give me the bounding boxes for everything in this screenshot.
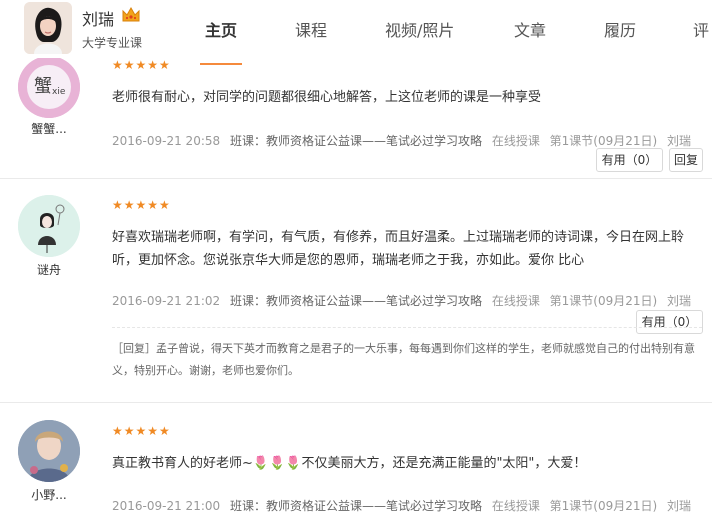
nav-tab-resume[interactable]: 履历	[604, 17, 636, 41]
useful-button[interactable]: 有用（0）	[596, 148, 663, 172]
nav-tab-articles[interactable]: 文章	[514, 17, 546, 41]
divider	[0, 178, 712, 179]
review-mode: 在线授课	[491, 134, 540, 148]
review-date: 2016-09-21 21:00	[112, 499, 221, 513]
user-avatar[interactable]	[18, 195, 80, 257]
teacher-reply: ［回复］孟子曾说，得天下英才而教育之是君子的一大乐事，每每遇到你们这样的学生，老…	[112, 342, 695, 377]
user-avatar[interactable]	[18, 420, 80, 482]
review-meta: 2016-09-21 21:00 班课：教师资格证公益课——笔试必过学习攻略 在…	[112, 497, 697, 514]
review-class[interactable]: 班课：教师资格证公益课——笔试必过学习攻略	[230, 499, 482, 513]
star-rating: ★★★★★	[112, 58, 171, 72]
svg-text:xie: xie	[52, 87, 66, 97]
nav-tab-reviews[interactable]: 评	[693, 17, 709, 41]
active-tab-indicator	[200, 63, 242, 65]
review-content: 老师很有耐心，对同学的问题都很细心地解答，上这位老师的课是一种享受	[112, 90, 542, 105]
teacher-subtitle: 大学专业课	[82, 36, 143, 50]
review-teacher: 刘瑞	[667, 499, 692, 513]
reply-divider	[112, 327, 702, 328]
nav-tab-home[interactable]: 主页	[205, 17, 237, 41]
teacher-name: 刘瑞	[82, 10, 115, 29]
divider	[0, 402, 712, 403]
review-content: 真正教书育人的好老师~🌷🌷🌷不仅美丽大方，还是充满正能量的"太阳"，大爱！	[112, 456, 587, 471]
review-class[interactable]: 班课：教师资格证公益课——笔试必过学习攻略	[230, 294, 482, 308]
review-class[interactable]: 班课：教师资格证公益课——笔试必过学习攻略	[230, 134, 482, 148]
user-name: 小野...	[31, 488, 67, 502]
star-rating: ★★★★★	[112, 424, 171, 438]
star-rating: ★★★★★	[112, 198, 171, 212]
crown-icon	[121, 6, 141, 24]
review-meta: 2016-09-21 21:02 班课：教师资格证公益课——笔试必过学习攻略 在…	[112, 292, 697, 309]
review-content: 好喜欢瑞瑞老师啊，有学问，有气质，有修养，而且好温柔。上过瑞瑞老师的诗词课，今日…	[112, 230, 685, 268]
review-lesson: 第1课节(09月21日)	[549, 134, 658, 148]
svg-text:蟹: 蟹	[34, 76, 52, 97]
review-date: 2016-09-21 20:58	[112, 134, 221, 148]
review-lesson: 第1课节(09月21日)	[549, 499, 658, 513]
teacher-header: 刘瑞 大学专业课 主页 课程 视频/照片 文章 履历 评	[0, 0, 712, 58]
user-name: 蟹蟹...	[31, 122, 67, 136]
review-mode: 在线授课	[491, 499, 540, 513]
review-teacher: 刘瑞	[667, 294, 692, 308]
review-mode: 在线授课	[491, 294, 540, 308]
user-avatar[interactable]: 蟹 xie	[18, 56, 80, 118]
nav-tab-courses[interactable]: 课程	[295, 17, 327, 41]
user-name: 谜舟	[36, 263, 61, 277]
review-date: 2016-09-21 21:02	[112, 294, 221, 308]
review-lesson: 第1课节(09月21日)	[549, 294, 658, 308]
nav-tab-media[interactable]: 视频/照片	[385, 17, 454, 41]
review-meta: 2016-09-21 20:58 班课：教师资格证公益课——笔试必过学习攻略 在…	[112, 132, 697, 149]
reply-button[interactable]: 回复	[669, 148, 703, 172]
review-teacher: 刘瑞	[667, 134, 692, 148]
teacher-avatar[interactable]	[24, 2, 72, 54]
useful-button[interactable]: 有用（0）	[636, 310, 703, 334]
